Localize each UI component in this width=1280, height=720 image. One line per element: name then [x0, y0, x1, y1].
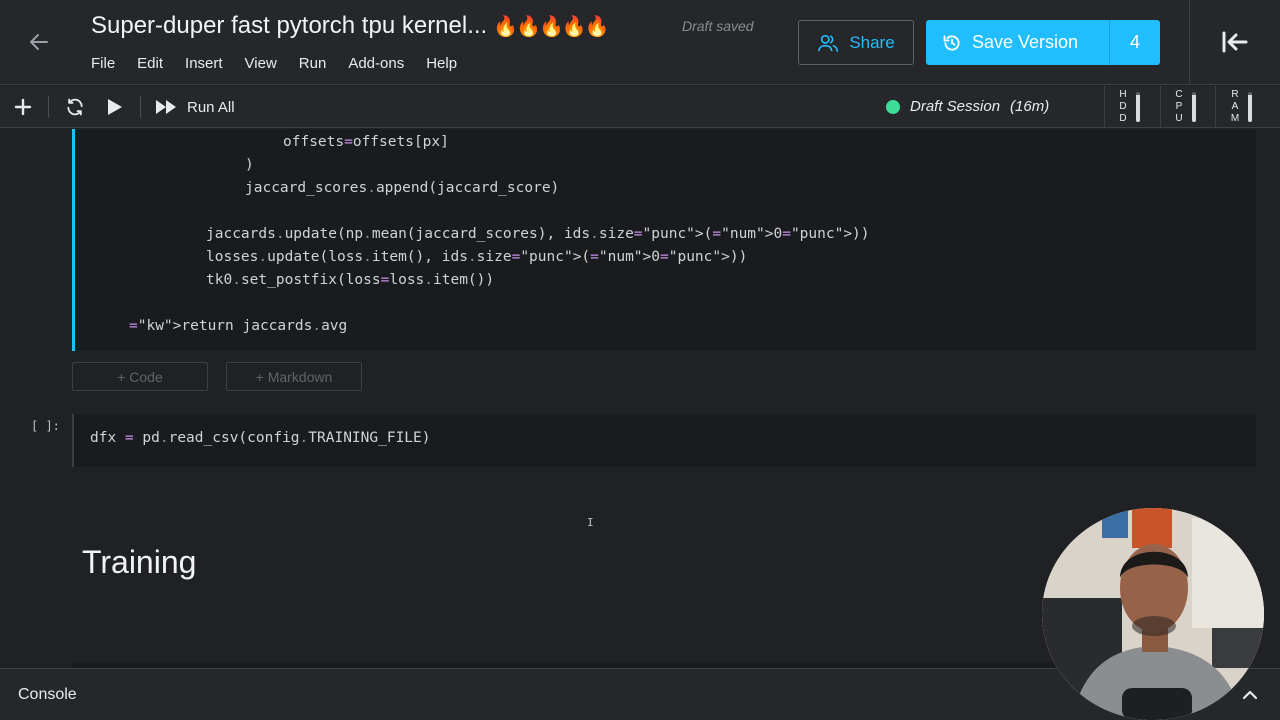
add-code-cell-button[interactable]: + Code — [72, 362, 208, 391]
ram-meter-bar — [1248, 92, 1252, 122]
save-version-label: Save Version — [972, 32, 1079, 52]
code-line: ) — [245, 157, 254, 173]
back-button[interactable] — [24, 28, 54, 56]
console-label: Console — [18, 686, 77, 703]
fast-forward-icon — [156, 100, 176, 114]
ram-meter-fill — [1248, 95, 1252, 122]
cpu-meter-fill — [1192, 95, 1196, 122]
cpu-meter[interactable]: C P U — [1174, 88, 1196, 126]
session-time: (16m) — [1010, 98, 1050, 115]
meter-letter: U — [1175, 113, 1183, 124]
draft-status: Draft saved — [682, 18, 754, 34]
menu-help[interactable]: Help — [426, 55, 457, 72]
code-cell[interactable]: dfx = pd.read_csv(config.TRAINING_FILE) — [72, 414, 1256, 467]
notebook-toolbar: Run All Draft Session (16m) H D D C P U … — [0, 86, 1280, 128]
run-cell-button[interactable] — [104, 94, 124, 120]
notebook-title[interactable]: Super-duper fast pytorch tpu kernel... 🔥🔥… — [91, 12, 610, 40]
menu-run[interactable]: Run — [299, 55, 327, 72]
notebook-header: Super-duper fast pytorch tpu kernel... 🔥🔥… — [0, 0, 1280, 85]
share-button[interactable]: Share — [798, 20, 914, 65]
session-status[interactable]: Draft Session (16m) — [886, 98, 1049, 115]
refresh-icon — [67, 98, 83, 116]
header-divider — [1189, 0, 1190, 85]
hdd-meter-fill — [1136, 95, 1140, 122]
save-version-button[interactable]: Save Version 4 — [926, 20, 1160, 65]
menu-file[interactable]: File — [91, 55, 115, 72]
hdd-meter-label: H D D — [1118, 89, 1128, 125]
toolbar-separator — [48, 96, 49, 118]
markdown-heading[interactable]: Training — [82, 544, 196, 581]
restart-button[interactable] — [65, 94, 85, 120]
meter-separator — [1160, 86, 1161, 128]
meter-letter: R — [1231, 89, 1239, 100]
code-cell-active[interactable]: offsets=offsets[px] ) jaccard_scores.app… — [72, 129, 1256, 351]
share-label: Share — [849, 32, 895, 52]
ram-meter-label: R A M — [1230, 89, 1240, 125]
menu-add-ons[interactable]: Add-ons — [348, 55, 404, 72]
menu-edit[interactable]: Edit — [137, 55, 163, 72]
code-line: dfx = pd.read_csv(config.TRAINING_FILE) — [90, 430, 431, 446]
play-icon — [108, 99, 122, 115]
meter-letter: P — [1175, 101, 1183, 112]
menu-bar: File Edit Insert View Run Add-ons Help — [91, 55, 479, 72]
presenter-video-image — [1042, 508, 1264, 720]
menu-insert[interactable]: Insert — [185, 55, 223, 72]
run-all-label: Run All — [187, 98, 235, 116]
session-status-dot — [886, 99, 900, 114]
notebook-title-text: Super-duper fast pytorch tpu kernel... — [91, 12, 488, 39]
menu-view[interactable]: View — [245, 55, 277, 72]
meter-letter: D — [1119, 101, 1127, 112]
meter-letter: A — [1231, 101, 1239, 112]
version-count[interactable]: 4 — [1109, 20, 1160, 65]
meter-letter: M — [1230, 113, 1240, 124]
meter-separator — [1104, 86, 1105, 128]
code-line: offsets=offsets[px] — [283, 134, 449, 150]
console-toggle-button[interactable] — [1238, 683, 1262, 707]
cpu-meter-label: C P U — [1174, 89, 1184, 125]
code-line: losses.update(loss.item(), ids.size="pun… — [206, 249, 748, 265]
ram-meter[interactable]: R A M — [1230, 88, 1252, 126]
save-version-main[interactable]: Save Version — [926, 20, 1109, 65]
code-line: jaccards.update(np.mean(jaccard_scores),… — [206, 226, 870, 242]
webcam-overlay — [1042, 508, 1264, 720]
hdd-meter[interactable]: H D D — [1118, 88, 1140, 126]
meter-letter: H — [1119, 89, 1127, 100]
add-cell-button[interactable] — [13, 94, 33, 120]
fire-emoji: 🔥🔥🔥🔥🔥 — [493, 16, 610, 38]
meter-letter: D — [1119, 113, 1127, 124]
meter-letter: C — [1175, 89, 1183, 100]
chevron-up-icon — [1242, 690, 1258, 700]
text-cursor-icon: I — [587, 516, 594, 529]
hdd-meter-bar — [1136, 92, 1140, 122]
code-line: jaccard_scores.append(jaccard_score) — [245, 180, 560, 196]
cpu-meter-bar — [1192, 92, 1196, 122]
code-line: tk0.set_postfix(loss=loss.item()) — [206, 272, 495, 288]
arrow-left-icon — [30, 34, 48, 50]
meter-separator — [1215, 86, 1216, 128]
run-all-button[interactable]: Run All — [155, 94, 235, 120]
session-label: Draft Session — [910, 98, 1001, 115]
collapse-left-icon — [1222, 31, 1248, 53]
history-icon — [943, 34, 960, 51]
plus-icon — [14, 98, 32, 116]
code-line: ="kw">return jaccards.avg — [129, 318, 348, 334]
cell-execution-prompt: [ ]: — [31, 419, 60, 433]
users-icon — [818, 34, 839, 52]
toolbar-separator — [140, 96, 141, 118]
collapse-panel-button[interactable] — [1218, 27, 1252, 57]
add-markdown-cell-button[interactable]: + Markdown — [226, 362, 362, 391]
